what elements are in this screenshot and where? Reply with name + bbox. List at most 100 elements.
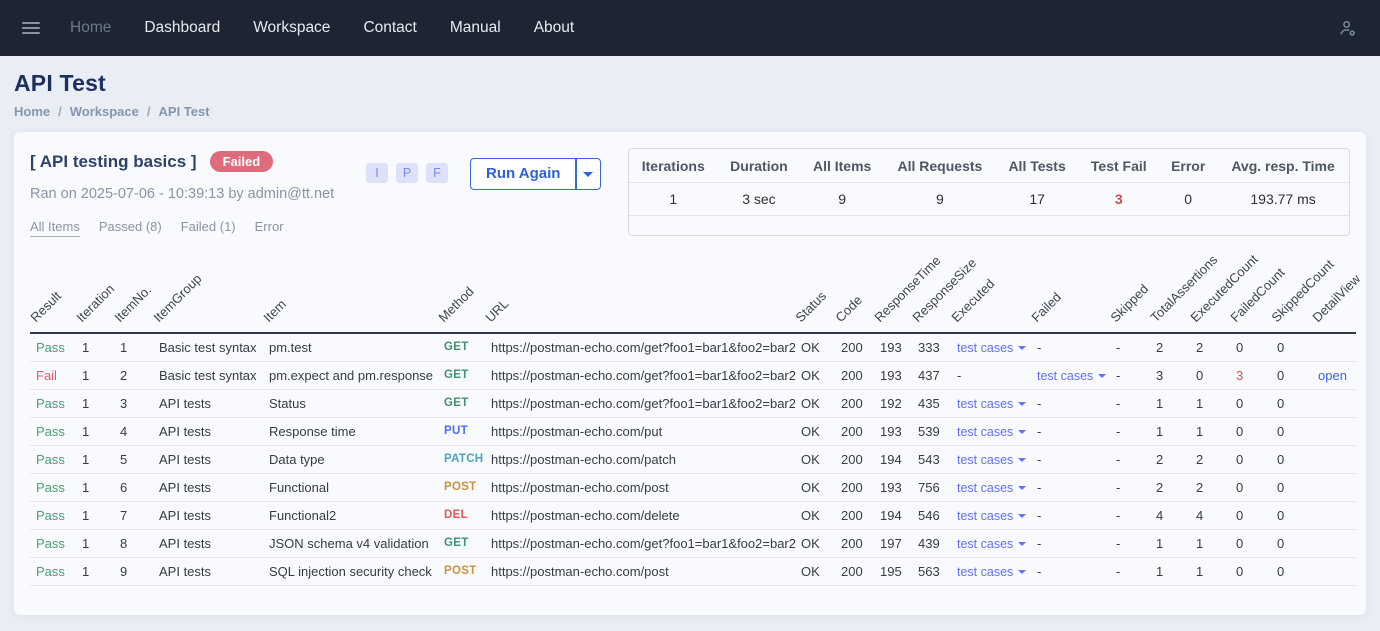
open-detail-link[interactable]: open: [1318, 368, 1347, 383]
filter-button-f[interactable]: F: [426, 163, 448, 183]
column-header-url: URL: [485, 249, 795, 333]
tab-failed[interactable]: Failed (1): [181, 219, 236, 237]
result-cell: Pass: [30, 445, 76, 473]
column-header-code: Code: [835, 249, 874, 333]
detail-view-cell: [1312, 333, 1356, 361]
total-assertions-cell: 1: [1150, 557, 1190, 585]
code-cell: 200: [835, 417, 874, 445]
test-cases-dropdown[interactable]: test cases: [957, 397, 1026, 411]
failed-cell: -: [1031, 557, 1110, 585]
item-no-cell: 9: [114, 557, 153, 585]
nav-item-manual[interactable]: Manual: [450, 19, 501, 37]
stat-header-all-items: All Items: [800, 149, 884, 183]
iteration-cell: 1: [76, 361, 114, 389]
test-cases-dropdown[interactable]: test cases: [957, 565, 1026, 579]
result-cell: Pass: [30, 333, 76, 361]
detail-view-cell: [1312, 529, 1356, 557]
tab-all-items[interactable]: All Items: [30, 219, 80, 237]
executed-count-cell: 1: [1190, 529, 1230, 557]
run-summary-table: Iterations Duration All Items All Reques…: [629, 149, 1349, 216]
column-header-result: Result: [30, 249, 76, 333]
breadcrumb-separator: /: [58, 104, 62, 119]
column-header-totalassertions: TotalAssertions: [1150, 249, 1190, 333]
tab-passed[interactable]: Passed (8): [99, 219, 162, 237]
total-assertions-cell: 2: [1150, 333, 1190, 361]
item-no-cell: 4: [114, 417, 153, 445]
test-cases-dropdown[interactable]: test cases: [957, 453, 1026, 467]
item-cell: Response time: [263, 417, 438, 445]
test-cases-dropdown[interactable]: test cases: [957, 537, 1026, 551]
test-cases-dropdown[interactable]: test cases: [957, 509, 1026, 523]
nav-menu: Home Dashboard Workspace Contact Manual …: [70, 19, 574, 37]
skipped-count-cell: 0: [1271, 445, 1312, 473]
response-size-cell: 439: [912, 529, 951, 557]
column-header-item: Item: [263, 249, 438, 333]
nav-item-dashboard[interactable]: Dashboard: [144, 19, 220, 37]
skipped-count-cell: 0: [1271, 333, 1312, 361]
test-cases-dropdown[interactable]: test cases: [957, 425, 1026, 439]
code-cell: 200: [835, 445, 874, 473]
chevron-down-icon: [1018, 346, 1026, 350]
item-group-cell: API tests: [153, 529, 263, 557]
iteration-cell: 1: [76, 501, 114, 529]
column-header-detailview: DetailView: [1312, 249, 1356, 333]
failed-count-cell: 0: [1230, 445, 1271, 473]
failed-cell: -: [1031, 501, 1110, 529]
tab-error[interactable]: Error: [255, 219, 284, 237]
nav-item-contact[interactable]: Contact: [363, 19, 416, 37]
skipped-cell: -: [1110, 445, 1150, 473]
breadcrumb-home[interactable]: Home: [14, 104, 50, 119]
test-cases-dropdown[interactable]: test cases: [1037, 369, 1106, 383]
breadcrumb-workspace[interactable]: Workspace: [70, 104, 139, 119]
method-cell: POST: [438, 473, 485, 501]
filter-button-p[interactable]: P: [396, 163, 418, 183]
column-header-status: Status: [795, 249, 835, 333]
item-group-cell: Basic test syntax: [153, 361, 263, 389]
item-group-cell: API tests: [153, 389, 263, 417]
result-cell: Pass: [30, 389, 76, 417]
user-settings-icon[interactable]: [1337, 18, 1358, 39]
response-size-cell: 543: [912, 445, 951, 473]
test-cases-dropdown[interactable]: test cases: [957, 341, 1026, 355]
status-cell: OK: [795, 473, 835, 501]
response-time-cell: 193: [874, 417, 912, 445]
run-again-button[interactable]: Run Again: [470, 158, 601, 190]
method-cell: GET: [438, 361, 485, 389]
method-cell: GET: [438, 529, 485, 557]
result-cell: Pass: [30, 501, 76, 529]
chevron-down-icon: [1018, 458, 1026, 462]
executed-count-cell: 1: [1190, 389, 1230, 417]
run-again-dropdown-toggle[interactable]: [577, 159, 600, 189]
item-cell: Functional2: [263, 501, 438, 529]
stat-value-avg-resp-time: 193.77 ms: [1217, 183, 1349, 216]
table-row: Pass18API testsJSON schema v4 validation…: [30, 529, 1356, 557]
column-header-responsetime: ResponseTime: [874, 249, 912, 333]
method-cell: PATCH: [438, 445, 485, 473]
item-cell: Status: [263, 389, 438, 417]
item-group-cell: API tests: [153, 557, 263, 585]
nav-item-workspace[interactable]: Workspace: [253, 19, 330, 37]
item-cell: Functional: [263, 473, 438, 501]
response-time-cell: 197: [874, 529, 912, 557]
nav-item-home[interactable]: Home: [70, 19, 111, 37]
item-no-cell: 8: [114, 529, 153, 557]
code-cell: 200: [835, 529, 874, 557]
page-header: API Test Home / Workspace / API Test: [0, 56, 1380, 119]
breadcrumb-separator: /: [147, 104, 151, 119]
nav-item-about[interactable]: About: [534, 19, 575, 37]
page-title: API Test: [14, 70, 1366, 97]
filter-button-group: I P F: [366, 163, 448, 183]
stat-value-all-requests: 9: [884, 183, 996, 216]
chevron-down-icon: [1018, 514, 1026, 518]
results-table-body: Pass11Basic test syntaxpm.testGEThttps:/…: [30, 333, 1356, 585]
response-time-cell: 193: [874, 361, 912, 389]
filter-button-i[interactable]: I: [366, 163, 388, 183]
item-group-cell: Basic test syntax: [153, 333, 263, 361]
stat-value-error: 0: [1159, 183, 1217, 216]
test-cases-dropdown[interactable]: test cases: [957, 481, 1026, 495]
stat-header-all-tests: All Tests: [996, 149, 1079, 183]
hamburger-menu-icon[interactable]: [22, 22, 40, 34]
chevron-down-icon: [1098, 374, 1106, 378]
url-cell: https://postman-echo.com/post: [485, 473, 795, 501]
status-cell: OK: [795, 529, 835, 557]
